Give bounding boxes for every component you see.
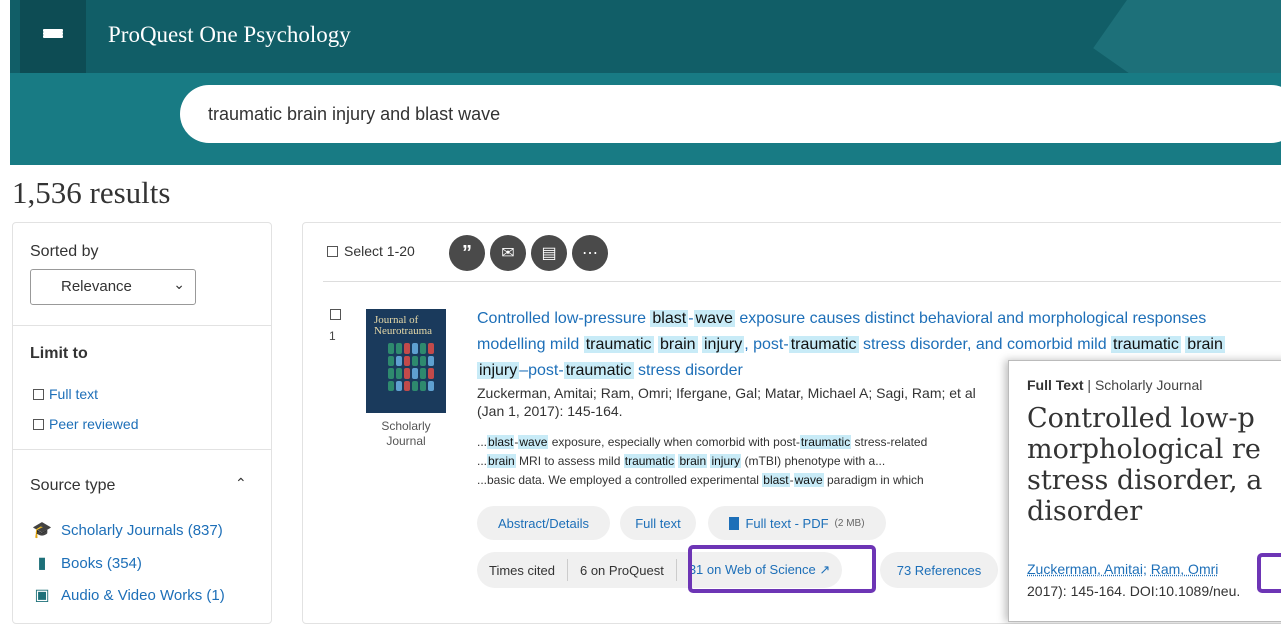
author-link[interactable]: Zuckerman, Amitai xyxy=(1027,561,1143,577)
search-input[interactable]: traumatic brain injury and blast wave xyxy=(180,85,1281,143)
peer-reviewed-checkbox[interactable]: Peer reviewed xyxy=(33,416,139,432)
popup-type: Full Text xyxy=(1027,377,1084,393)
times-cited-label: Times cited xyxy=(489,562,555,578)
search-query: traumatic brain injury and blast wave xyxy=(208,104,501,124)
result-checkbox[interactable] xyxy=(330,309,341,320)
book-icon: ▮ xyxy=(37,555,47,572)
cite-icon[interactable]: ” xyxy=(449,235,485,271)
divider xyxy=(13,325,271,326)
journal-cover[interactable]: Journal of Neurotrauma xyxy=(366,309,446,413)
cover-graphic xyxy=(388,343,434,391)
select-all-checkbox[interactable]: Select 1-20 xyxy=(327,243,415,259)
proquest-cited-link[interactable]: 6 on ProQuest xyxy=(568,563,676,578)
film-icon: ▣ xyxy=(34,587,50,604)
top-header: ProQuest One Psychology xyxy=(10,0,1281,73)
full-text-checkbox[interactable]: Full text xyxy=(33,386,98,402)
popup-source-type: Scholarly Journal xyxy=(1094,377,1203,393)
header-decoration xyxy=(1093,0,1281,73)
app-title[interactable]: ProQuest One Psychology xyxy=(108,22,351,48)
source-audio-video[interactable]: ▣ Audio & Video Works (1) xyxy=(31,585,225,605)
select-label: Select 1-20 xyxy=(344,243,415,259)
divider xyxy=(13,449,271,450)
filter-sidebar: Sorted by Relevance ⌄ Limit to Full text… xyxy=(12,222,272,624)
result-pub-info: (Jan 1, 2017): 145-164. xyxy=(477,403,623,419)
source-scholarly-journals[interactable]: 🎓 Scholarly Journals (837) xyxy=(31,520,223,540)
full-text-label: Full text xyxy=(49,386,99,402)
author-link[interactable]: Ram, Omri xyxy=(1151,561,1219,577)
sort-value: Relevance xyxy=(61,278,132,295)
peer-reviewed-label: Peer reviewed xyxy=(49,416,139,432)
result-authors: Zuckerman, Amitai; Ram, Omri; Ifergane, … xyxy=(477,385,976,401)
wos-highlight-box xyxy=(688,545,876,593)
pdf-icon xyxy=(729,516,740,530)
source-type-label: Source type xyxy=(30,477,116,494)
cover-title: Journal of Neurotrauma xyxy=(374,314,433,337)
pdf-size: (2 MB) xyxy=(834,517,865,529)
sort-select[interactable]: Relevance ⌄ xyxy=(30,269,196,305)
result-number: 1 xyxy=(329,329,336,343)
source-label: Scholarly Journals (837) xyxy=(61,521,223,539)
hamburger-icon xyxy=(43,28,63,45)
popup-doi: 2017): 145-164. DOI:10.1089/neu. xyxy=(1027,583,1241,599)
doc-type-label: Scholarly Journal xyxy=(381,419,431,448)
limit-to-label: Limit to xyxy=(30,345,88,362)
snippet-line: ...blast-wave exposure, especially when … xyxy=(477,435,928,449)
checkbox-icon xyxy=(327,245,338,257)
more-options-icon[interactable]: ⋯ xyxy=(572,235,608,271)
separator: | xyxy=(1087,377,1092,393)
sorted-by-label: Sorted by xyxy=(30,243,99,260)
chevron-down-icon: ⌄ xyxy=(173,276,185,292)
chevron-up-icon[interactable]: ⌃ xyxy=(235,475,247,492)
email-icon[interactable]: ✉ xyxy=(490,235,526,271)
snippet-line: ...basic data. We employed a controlled … xyxy=(477,473,924,487)
pdf-label: Full text - PDF xyxy=(745,515,829,531)
full-text-button[interactable]: Full text xyxy=(620,506,696,540)
menu-button[interactable] xyxy=(20,0,86,73)
full-text-pdf-button[interactable]: Full text - PDF (2 MB) xyxy=(708,506,886,540)
abstract-details-button[interactable]: Abstract/Details xyxy=(477,506,610,540)
references-button[interactable]: 73 References xyxy=(880,552,998,588)
source-label: Books (354) xyxy=(61,554,142,572)
popup-title: Controlled low-p morphological re stress… xyxy=(1027,403,1263,527)
save-icon[interactable]: ▤ xyxy=(531,235,567,271)
checkbox-icon xyxy=(33,388,44,400)
source-books[interactable]: ▮ Books (354) xyxy=(31,553,142,573)
results-count: 1,536 results xyxy=(12,175,171,210)
author-highlight-box xyxy=(1257,553,1281,593)
preview-popup: Full Text | Scholarly Journal Controlled… xyxy=(1008,360,1281,622)
popup-meta: Full Text | Scholarly Journal xyxy=(1027,377,1202,393)
divider xyxy=(323,281,1281,282)
checkbox-icon xyxy=(33,418,44,430)
snippet-line: ...brain MRI to assess mild traumatic br… xyxy=(477,454,886,468)
popup-authors: Zuckerman, Amitai; Ram, Omri xyxy=(1027,561,1219,577)
graduation-cap-icon: 🎓 xyxy=(32,522,52,539)
source-label: Audio & Video Works (1) xyxy=(61,586,225,604)
